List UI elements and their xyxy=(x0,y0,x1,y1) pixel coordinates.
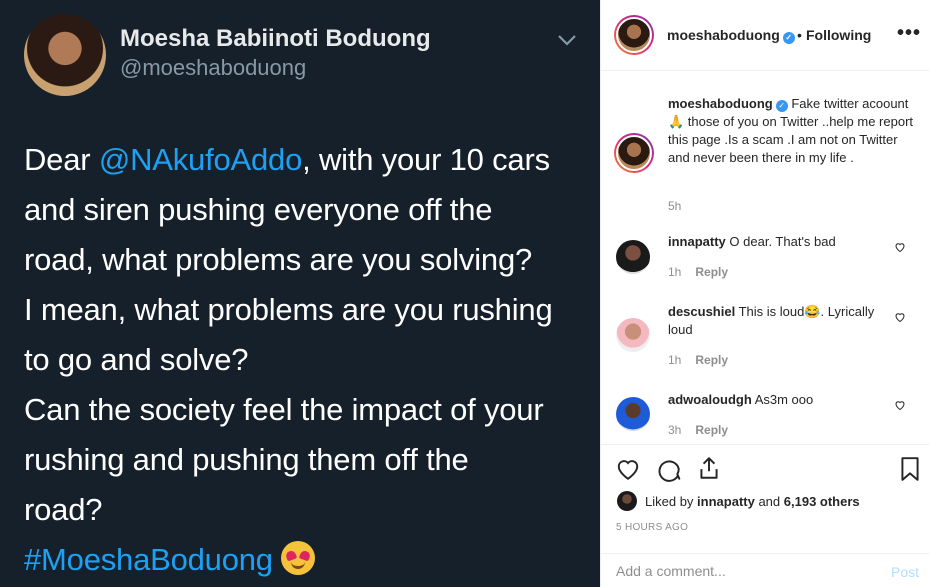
comment-username[interactable]: descushiel xyxy=(668,304,735,319)
comment-username[interactable]: innapatty xyxy=(668,234,726,249)
comment-avatar[interactable] xyxy=(616,397,650,431)
likes-count[interactable]: 6,193 others xyxy=(784,494,860,509)
tweet-line: Can the society feel the impact of your xyxy=(24,392,544,427)
comment-meta: 3h Reply xyxy=(668,423,729,437)
chevron-down-icon xyxy=(558,35,576,46)
comment-meta: 1h Reply xyxy=(668,265,729,279)
caption-time[interactable]: 5h xyxy=(668,199,681,213)
tweet-line: road, what problems are you solving? xyxy=(24,242,533,277)
comment-input[interactable] xyxy=(616,563,876,579)
header-username[interactable]: moeshaboduong ✓ xyxy=(667,27,795,44)
comment-text: O dear. That's bad xyxy=(729,234,836,249)
tweet-line: and siren pushing everyone off the xyxy=(24,192,493,227)
liked-by-user[interactable]: innapatty xyxy=(697,494,755,509)
tweet-line: Dear @NAkufoAddo, with your 10 cars xyxy=(24,142,550,177)
header-avatar[interactable] xyxy=(614,15,654,55)
comment-icon[interactable] xyxy=(656,456,682,482)
tweet-avatar xyxy=(24,14,106,96)
comment-item: innapatty O dear. That's bad xyxy=(668,233,893,251)
caption-avatar[interactable] xyxy=(614,133,654,173)
bookmark-icon[interactable] xyxy=(897,456,923,482)
post-button[interactable]: Post xyxy=(891,564,919,580)
comment-item: descushiel This is loud😂. Lyrically loud xyxy=(668,303,893,339)
tweet-body: Dear @NAkufoAddo, with your 10 cars and … xyxy=(24,135,594,585)
verified-icon: ✓ xyxy=(782,32,795,44)
more-icon[interactable]: ••• xyxy=(897,22,921,45)
comment-avatar[interactable] xyxy=(616,318,650,352)
liked-by-avatar[interactable] xyxy=(617,491,637,511)
verified-icon: ✓ xyxy=(775,100,788,112)
tweet-mention: @NAkufoAddo xyxy=(98,142,303,177)
add-comment-bar: Post xyxy=(601,553,929,587)
heart-icon[interactable] xyxy=(894,399,906,411)
tweet-hashtag: #MoeshaBoduong xyxy=(24,542,273,577)
heart-icon[interactable] xyxy=(894,241,906,253)
caption-username[interactable]: moeshaboduong xyxy=(668,96,773,111)
comment-item: adwoaloudgh As3m ooo xyxy=(668,391,893,409)
comment-meta: 1h Reply xyxy=(668,353,729,367)
following-button[interactable]: Following xyxy=(806,27,871,43)
comment-avatar[interactable] xyxy=(616,240,650,274)
post-actions: Liked by innapatty and 6,193 others 5 HO… xyxy=(601,444,929,544)
comment-text: As3m ooo xyxy=(754,392,814,407)
tweet-line: road? xyxy=(24,492,103,527)
tweet-author-name: Moesha Babiinoti Boduong xyxy=(120,25,431,52)
header-separator: • xyxy=(797,27,802,43)
comment-username[interactable]: adwoaloudgh xyxy=(668,392,752,407)
tweet-image: Moesha Babiinoti Boduong @moeshaboduong … xyxy=(0,0,600,587)
tweet-line: rushing and pushing them off the xyxy=(24,442,469,477)
heart-eyes-emoji-icon xyxy=(280,541,315,575)
liked-by-text: Liked by innapatty and 6,193 others xyxy=(645,494,860,509)
share-icon[interactable] xyxy=(696,455,722,481)
tweet-line: I mean, what problems are you rushing xyxy=(24,292,553,327)
tweet-author-handle: @moeshaboduong xyxy=(120,55,307,80)
tweet-line: #MoeshaBoduong xyxy=(24,535,594,585)
post-caption: moeshaboduong ✓ Fake twitter acoount 🙏 th… xyxy=(668,95,913,167)
tweet-line: to go and solve? xyxy=(24,342,249,377)
heart-icon[interactable] xyxy=(615,456,641,482)
heart-icon[interactable] xyxy=(894,311,906,323)
post-timestamp[interactable]: 5 HOURS AGO xyxy=(616,522,688,533)
reply-button[interactable]: Reply xyxy=(695,423,728,437)
reply-button[interactable]: Reply xyxy=(695,353,728,367)
reply-button[interactable]: Reply xyxy=(695,265,728,279)
instagram-panel: moeshaboduong ✓ • Following ••• moeshabod… xyxy=(600,0,929,587)
post-header: moeshaboduong ✓ • Following ••• xyxy=(601,0,929,71)
